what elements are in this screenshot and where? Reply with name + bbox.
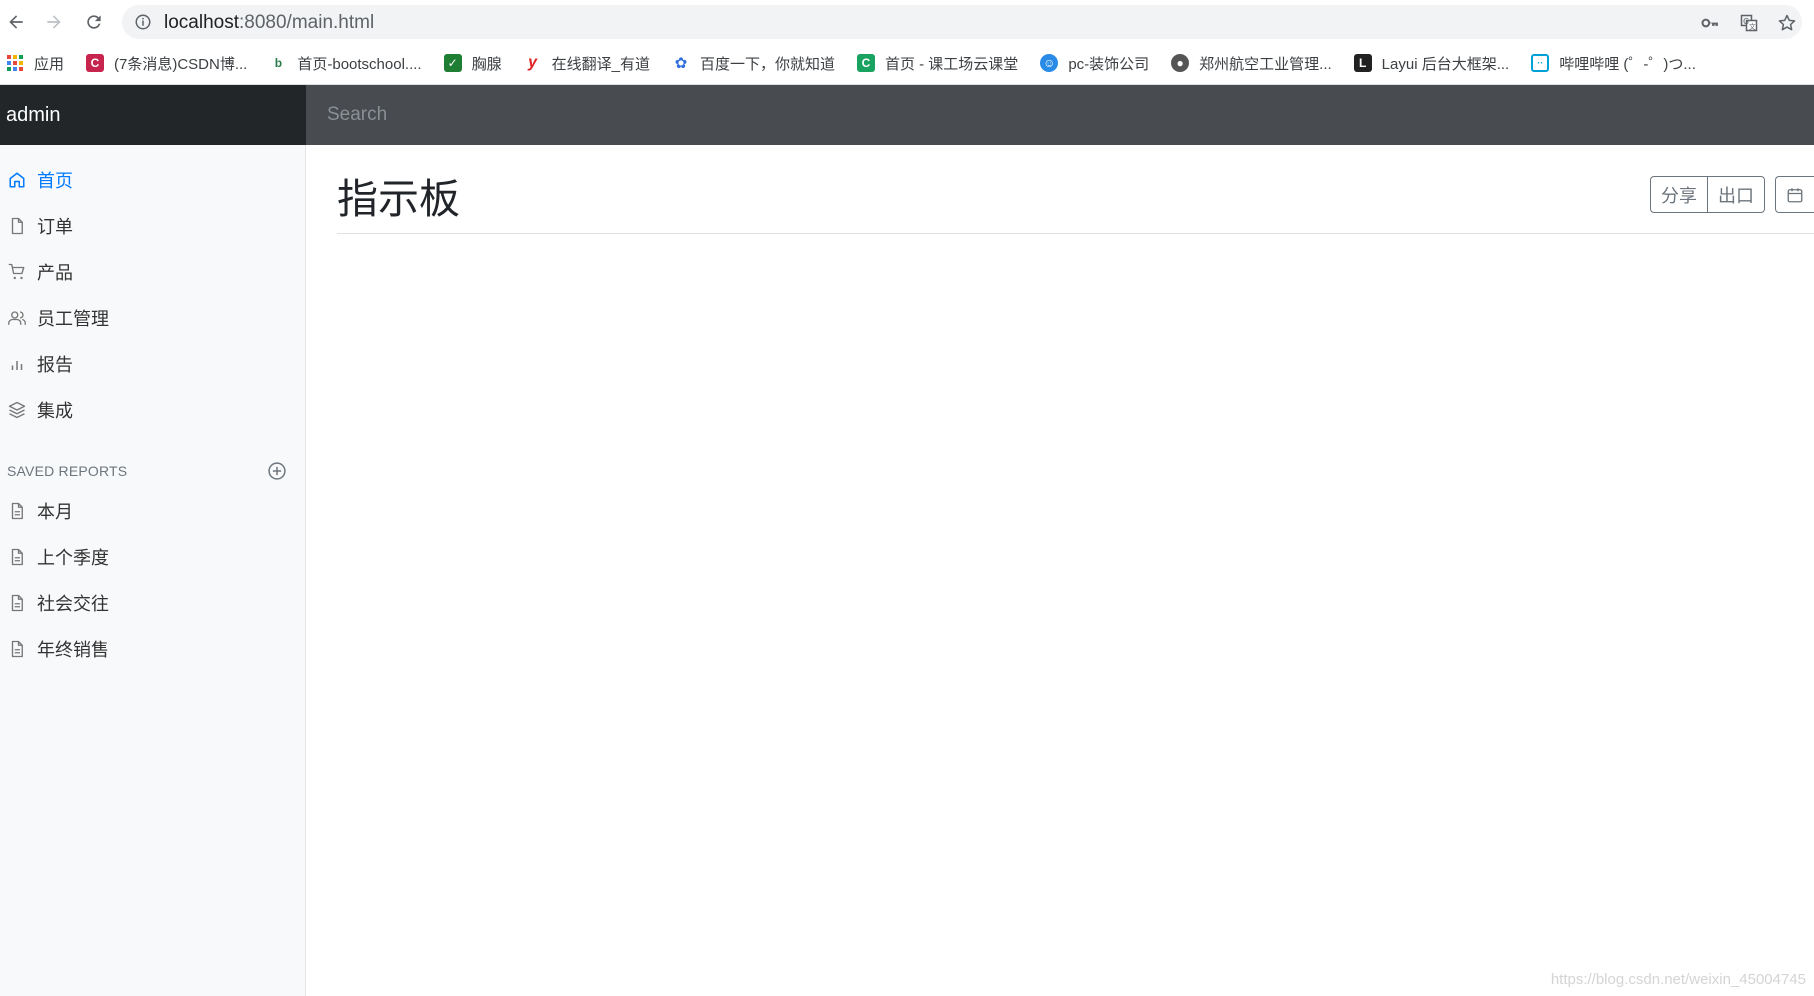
layui-icon: L (1353, 54, 1372, 72)
file-text-icon (11, 548, 23, 566)
date-range-button[interactable] (1775, 176, 1814, 213)
reload-icon (87, 15, 101, 29)
toolbar-button-group: 分享 出口 (1650, 176, 1765, 213)
export-button[interactable]: 出口 (1708, 176, 1765, 213)
forward-button[interactable] (40, 8, 68, 36)
bookmark-youdao[interactable]: y 在线翻译_有道 (524, 53, 650, 74)
share-button[interactable]: 分享 (1650, 176, 1708, 213)
csdn-icon: C (86, 54, 105, 72)
leaf-icon: ✓ (443, 54, 462, 72)
apps-grid-icon (6, 54, 24, 72)
bootschool-icon: b (274, 56, 283, 70)
sidebar-item-orders[interactable]: 订单 (0, 206, 306, 246)
bookmark-pc[interactable]: ☺ pc-装饰公司 (1040, 53, 1149, 74)
bookmark-bilibili[interactable]: ·· 哔哩哔哩 (゜-゜)つ... (1531, 53, 1696, 74)
sidebar-item-reports[interactable]: 报告 (0, 344, 306, 384)
bar-chart-icon (11, 361, 23, 370)
browser-chrome: localhost:8080/main.html G文 应用 C (7条消息)C… (0, 0, 1814, 85)
saved-reports-heading: SAVED REPORTS (7, 463, 128, 479)
bookmark-apps[interactable]: 应用 (6, 53, 64, 74)
app-navbar: admin (0, 85, 1814, 145)
page-title: 指示板 (337, 176, 460, 222)
file-text-icon (11, 640, 23, 658)
saved-report-this-month[interactable]: 本月 (0, 491, 306, 531)
arrow-left-icon (9, 15, 23, 29)
globe-icon: ● (1171, 54, 1190, 72)
watermark-text: https://blog.csdn.net/weixin_45004745 (1550, 971, 1806, 988)
bookmark-baidu[interactable]: ✿ 百度一下，你就知道 (672, 53, 835, 74)
shopping-cart-icon (8, 263, 25, 280)
bookmarks-bar: 应用 C (7条消息)CSDN博... b 首页-bootschool.... … (0, 48, 1814, 78)
sidebar: 首页 订单 产品 员工管理 报告 集成 SAVED REPORTS 本月 上个季… (0, 145, 306, 996)
bookmark-leaf[interactable]: ✓ 胸腺 (443, 53, 502, 74)
translate-icon[interactable]: G文 (1739, 13, 1759, 33)
address-bar[interactable]: localhost:8080/main.html G文 (122, 5, 1802, 39)
baidu-paw-icon: ✿ (674, 55, 688, 72)
bookmark-csdn[interactable]: C (7条消息)CSDN博... (86, 53, 247, 74)
arrow-right-icon (47, 15, 61, 29)
bilibili-icon: ·· (1531, 54, 1550, 72)
bookmark-zua[interactable]: ● 郑州航空工业管理... (1171, 53, 1332, 74)
sidebar-item-home[interactable]: 首页 (0, 160, 306, 200)
file-icon (11, 217, 23, 235)
back-button[interactable] (2, 8, 30, 36)
main-content: 指示板 分享 出口 (306, 145, 1814, 996)
file-text-icon (11, 502, 23, 520)
bookmark-layui[interactable]: L Layui 后台大框架... (1353, 53, 1509, 74)
star-icon[interactable] (1777, 13, 1797, 33)
file-text-icon (11, 594, 23, 612)
svg-text:文: 文 (1749, 22, 1756, 31)
mascot-icon: ☺ (1040, 54, 1059, 72)
saved-report-social[interactable]: 社会交往 (0, 583, 306, 623)
info-icon[interactable] (134, 13, 152, 31)
calendar-icon (1787, 187, 1803, 202)
sidebar-item-employees[interactable]: 员工管理 (0, 298, 306, 338)
sidebar-item-integrations[interactable]: 集成 (0, 390, 306, 430)
reload-button[interactable] (80, 8, 108, 36)
title-divider (337, 233, 1814, 234)
home-icon (9, 172, 25, 188)
key-icon[interactable] (1700, 13, 1720, 33)
saved-report-last-quarter[interactable]: 上个季度 (0, 537, 306, 577)
brand-logo[interactable]: admin (0, 85, 306, 145)
youdao-icon: y (528, 54, 538, 71)
bookmark-kgc[interactable]: C 首页 - 课工场云课堂 (856, 53, 1018, 74)
plus-circle-icon[interactable] (267, 461, 287, 481)
sidebar-item-products[interactable]: 产品 (0, 252, 306, 292)
kgc-icon: C (856, 54, 875, 72)
layers-icon (8, 401, 26, 419)
bookmark-bootschool[interactable]: b 首页-bootschool.... (269, 53, 422, 74)
saved-report-year-end[interactable]: 年终销售 (0, 629, 306, 669)
url-text: localhost:8080/main.html (164, 12, 375, 33)
search-input[interactable] (306, 85, 1814, 145)
users-icon (8, 311, 26, 325)
